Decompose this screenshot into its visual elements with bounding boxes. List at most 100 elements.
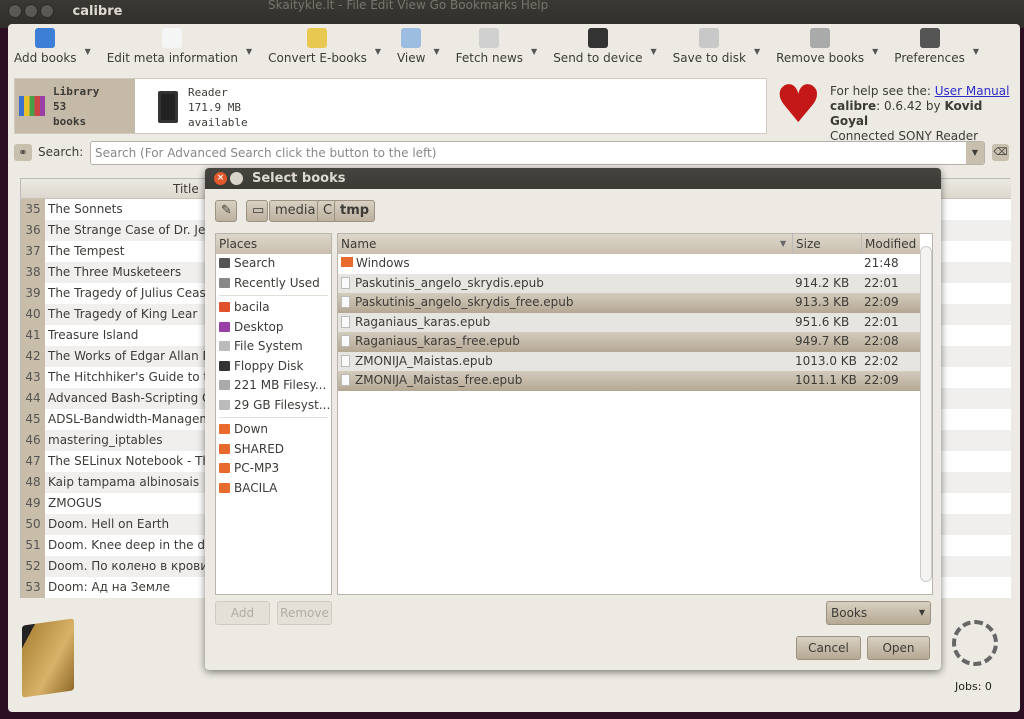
clear-search-button[interactable]: ⌫ xyxy=(992,144,1009,161)
reader-device-icon[interactable] xyxy=(158,91,178,123)
place-item[interactable]: bacila xyxy=(216,298,331,318)
toolbar-dropdown-arrow-icon[interactable]: ▼ xyxy=(433,47,439,56)
app-name: calibre xyxy=(830,99,877,113)
file-size: 949.7 KB xyxy=(795,334,850,348)
places-separator xyxy=(219,295,328,296)
file-type-filter-dropdown[interactable]: Books ▼ xyxy=(826,601,931,625)
close-dialog-button[interactable]: × xyxy=(214,172,227,185)
place-item[interactable]: File System xyxy=(216,337,331,357)
place-item[interactable]: Search xyxy=(216,254,331,274)
reader-free-space: 171.9 MB xyxy=(188,101,241,114)
file-row[interactable]: Windows 21:48 xyxy=(338,254,920,274)
heart-donate-icon[interactable]: ♥ xyxy=(775,79,823,131)
add-bookmark-button[interactable]: Add xyxy=(215,601,270,625)
advanced-search-button[interactable]: ⚭ xyxy=(14,144,32,161)
toolbar-button-remove-books[interactable]: Remove books xyxy=(770,28,870,74)
column-size[interactable]: Size xyxy=(792,234,821,254)
toolbar-dropdown-arrow-icon[interactable]: ▼ xyxy=(973,47,979,56)
place-item[interactable]: Down xyxy=(216,420,331,440)
file-row[interactable]: Raganiaus_karas_free.epub 949.7 KB 22:08 xyxy=(338,332,920,352)
search-input[interactable]: Search (For Advanced Search click the bu… xyxy=(90,141,985,165)
column-name[interactable]: Name xyxy=(341,234,376,254)
help-prefix: For help see the: xyxy=(830,84,935,98)
library-view-button[interactable]: Library 53 books xyxy=(15,79,135,133)
place-item[interactable]: BACILA xyxy=(216,479,331,499)
remove-bookmark-button[interactable]: Remove xyxy=(277,601,332,625)
toolbar-button-preferences[interactable]: Preferences xyxy=(888,28,971,74)
file-name: ZMONIJA_Maistas_free.epub xyxy=(355,373,523,387)
place-item[interactable]: PC-MP3 xyxy=(216,459,331,479)
toolbar-dropdown-arrow-icon[interactable]: ▼ xyxy=(872,47,878,56)
file-size: 1013.0 KB xyxy=(795,353,857,368)
book-title: Kaip tampama albinosais xyxy=(48,475,200,489)
file-icon xyxy=(341,354,350,367)
harddisk-icon: ▭ xyxy=(252,203,265,218)
place-item[interactable]: 221 MB Filesy... xyxy=(216,376,331,396)
toolbar-dropdown-arrow-icon[interactable]: ▼ xyxy=(651,47,657,56)
place-label: 29 GB Filesyst... xyxy=(234,397,331,412)
file-icon xyxy=(341,296,350,308)
book-title: The Tragedy of King Lear xyxy=(48,307,198,321)
file-icon xyxy=(341,335,350,347)
type-location-button[interactable]: ✎ xyxy=(215,200,237,222)
toolbar-button-save-to-disk[interactable]: Save to disk xyxy=(667,28,752,74)
jobs-count[interactable]: Jobs: 0 xyxy=(955,680,992,693)
minimize-window-button[interactable] xyxy=(24,4,38,18)
window-title: calibre xyxy=(72,4,123,19)
cancel-button[interactable]: Cancel xyxy=(796,636,861,660)
row-number: 49 xyxy=(21,493,45,514)
column-title[interactable]: Title xyxy=(173,182,199,196)
user-manual-link[interactable]: User Manual xyxy=(935,84,1010,98)
toolbar-button-fetch-news[interactable]: Fetch news xyxy=(450,28,529,74)
file-name: Paskutinis_angelo_skrydis_free.epub xyxy=(355,295,574,309)
row-number: 45 xyxy=(21,409,45,430)
toolbar-button-add-books[interactable]: Add books xyxy=(8,28,83,74)
book-title: The Three Musketeers xyxy=(48,265,182,279)
place-item[interactable]: Floppy Disk xyxy=(216,357,331,377)
maximize-dialog-button[interactable] xyxy=(230,172,243,185)
toolbar-label: Edit meta information xyxy=(106,51,238,65)
file-name: Paskutinis_angelo_skrydis.epub xyxy=(355,275,544,290)
folder-icon xyxy=(219,482,230,493)
path-button-tmp[interactable]: tmp xyxy=(334,200,376,222)
file-size: 914.2 KB xyxy=(795,275,850,290)
convert-icon xyxy=(307,28,328,48)
place-item[interactable]: Recently Used xyxy=(216,274,331,294)
place-item[interactable]: SHARED xyxy=(216,440,331,460)
toolbar-dropdown-arrow-icon[interactable]: ▼ xyxy=(531,47,537,56)
toolbar-label: Send to device xyxy=(553,51,643,65)
toolbar-button-edit-meta-information[interactable]: Edit meta information xyxy=(101,28,244,74)
toolbar-dropdown-arrow-icon[interactable]: ▼ xyxy=(85,47,91,56)
toolbar-button-send-to-device[interactable]: Send to device xyxy=(547,28,648,74)
file-row[interactable]: Paskutinis_angelo_skrydis_free.epub 913.3… xyxy=(338,293,920,313)
search-history-dropdown[interactable]: ▼ xyxy=(966,142,984,164)
toolbar-dropdown-arrow-icon[interactable]: ▼ xyxy=(246,47,252,56)
place-label: bacila xyxy=(234,300,270,314)
file-modified: 21:48 xyxy=(864,256,899,270)
maximize-window-button[interactable] xyxy=(40,4,54,18)
path-button-media[interactable]: media xyxy=(269,200,322,222)
toolbar-button-convert-e-books[interactable]: Convert E-books xyxy=(262,28,373,74)
file-row[interactable]: Raganiaus_karas.epub 951.6 KB 22:01 xyxy=(338,312,920,332)
toolbar-dropdown-arrow-icon[interactable]: ▼ xyxy=(375,47,381,56)
file-row[interactable]: ZMONIJA_Maistas.epub 1013.0 KB 22:02 xyxy=(338,351,920,371)
place-label: PC-MP3 xyxy=(234,461,280,475)
file-size: 951.6 KB xyxy=(795,314,850,329)
reader-view-button[interactable]: Reader 171.9 MB available xyxy=(188,85,248,130)
sort-arrow-icon: ▼ xyxy=(780,239,787,248)
file-row[interactable]: ZMONIJA_Maistas_free.epub 1011.1 KB 22:09 xyxy=(338,371,920,391)
toolbar-dropdown-arrow-icon[interactable]: ▼ xyxy=(754,47,760,56)
file-row[interactable]: Paskutinis_angelo_skrydis.epub 914.2 KB 22… xyxy=(338,273,920,293)
toolbar-button-view[interactable]: View xyxy=(391,28,431,74)
open-button[interactable]: Open xyxy=(867,636,930,660)
place-item[interactable]: Desktop xyxy=(216,318,331,338)
path-root-button[interactable]: ▭ xyxy=(246,200,268,222)
column-modified[interactable]: Modified xyxy=(861,234,916,254)
search-icon xyxy=(219,258,230,268)
close-window-button[interactable] xyxy=(8,4,22,18)
search-label: Search: xyxy=(38,145,84,159)
place-item[interactable]: 29 GB Filesyst... xyxy=(216,396,331,416)
book-title: Advanced Bash-Scripting Gu xyxy=(48,391,219,405)
file-list-scrollbar[interactable] xyxy=(920,246,932,582)
toolbar-label: View xyxy=(396,51,426,65)
